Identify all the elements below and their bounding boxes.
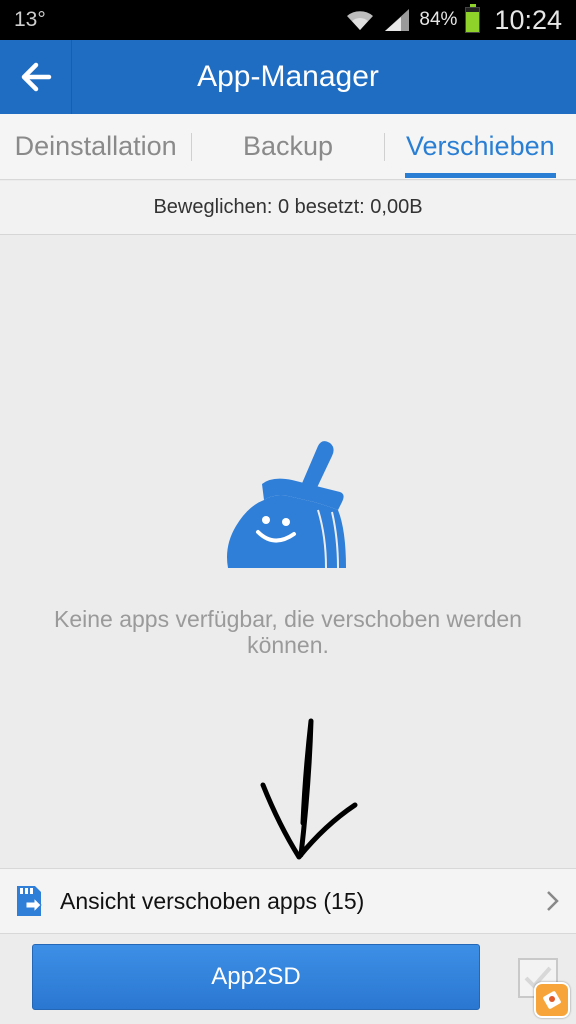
weather-temperature: 13°	[14, 8, 46, 31]
wifi-icon	[347, 11, 374, 31]
status-icons: 84% 10:24	[345, 4, 562, 36]
bottom-action-bar: App2SD	[0, 934, 576, 1024]
hand-drawn-arrow	[260, 718, 358, 860]
sd-card-move-icon	[17, 886, 42, 916]
app-header: App-Manager	[0, 40, 576, 114]
tab-verschieben[interactable]: Verschieben	[385, 114, 576, 180]
moved-apps-label: Ansicht verschoben apps (15)	[60, 887, 365, 914]
app2sd-button[interactable]: App2SD	[32, 944, 480, 1010]
battery-icon	[465, 4, 481, 33]
floating-assistant-icon[interactable]	[534, 982, 570, 1018]
tab-deinstallation[interactable]: Deinstallation	[0, 114, 191, 180]
empty-state-message: Keine apps verfügbar, die verschoben wer…	[54, 606, 522, 658]
broom-smiley-icon	[227, 441, 346, 569]
signal-icon	[385, 9, 410, 31]
back-button[interactable]	[0, 40, 72, 114]
battery-percentage: 84%	[419, 9, 458, 30]
tab-bar: Deinstallation Backup Verschieben	[0, 114, 576, 180]
tab-backup[interactable]: Backup	[192, 114, 383, 180]
moved-apps-row[interactable]: Ansicht verschoben apps (15)	[0, 868, 576, 934]
page-title: App-Manager	[197, 60, 379, 93]
status-bar: 13° 84% 10:24	[0, 0, 576, 40]
chevron-right-icon	[547, 891, 559, 911]
back-arrow-icon	[21, 62, 51, 92]
clock: 10:24	[494, 4, 562, 35]
rocket-icon	[543, 991, 561, 1009]
storage-summary: Beweglichen: 0 besetzt: 0,00B	[0, 181, 576, 235]
